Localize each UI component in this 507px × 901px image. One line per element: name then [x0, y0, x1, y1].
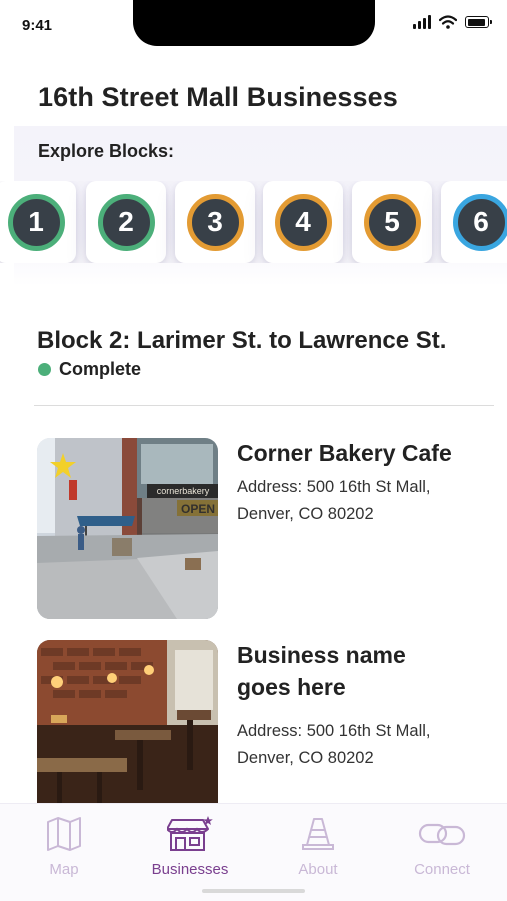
selected-block-title: Block 2: Larimer St. to Lawrence St.: [37, 327, 446, 355]
divider: [34, 405, 494, 406]
tab-label: Businesses: [135, 861, 245, 878]
block-number-badge: 2: [98, 194, 155, 251]
business-photo[interactable]: [37, 640, 218, 805]
map-icon: [45, 816, 83, 852]
business-photo[interactable]: cornerbakery OPEN: [37, 438, 218, 619]
status-time: 9:41: [22, 17, 52, 34]
tab-connect[interactable]: Connect: [387, 816, 497, 878]
block-number-badge: 6: [453, 194, 507, 251]
block-button-1[interactable]: 1: [0, 181, 76, 263]
battery-icon: [465, 16, 489, 28]
storefront-photo: cornerbakery OPEN: [37, 438, 218, 619]
tab-businesses[interactable]: Businesses: [135, 816, 245, 878]
business-address: Address: 500 16th St Mall, Denver, CO 80…: [237, 718, 487, 772]
business-name[interactable]: Business name goes here: [237, 639, 437, 703]
device-notch: [133, 0, 375, 46]
storefront-icon: [167, 816, 213, 852]
traffic-cone-icon: [300, 816, 336, 852]
tab-bar: Map Businesses About Connect: [0, 803, 507, 901]
block-number-badge: 1: [8, 194, 65, 251]
home-indicator[interactable]: [202, 889, 305, 893]
tab-label: About: [263, 861, 373, 878]
block-number-badge: 3: [187, 194, 244, 251]
tab-about[interactable]: About: [263, 816, 373, 878]
block-number-badge: 4: [275, 194, 332, 251]
cellular-signal-icon: [413, 15, 431, 29]
block-button-6[interactable]: 6: [441, 181, 507, 263]
link-icon: [417, 816, 467, 852]
tab-label: Map: [9, 861, 119, 878]
block-button-3[interactable]: 3: [175, 181, 255, 263]
block-status: Complete: [38, 359, 141, 380]
svg-text:cornerbakery: cornerbakery: [157, 486, 210, 496]
status-icons: [413, 15, 489, 29]
tab-label: Connect: [387, 861, 497, 878]
wifi-icon: [439, 15, 457, 29]
business-address: Address: 500 16th St Mall, Denver, CO 80…: [237, 474, 487, 528]
status-bar: 9:41: [0, 0, 507, 52]
block-selector[interactable]: 1 2 3 4 5 6: [0, 181, 507, 263]
block-button-5[interactable]: 5: [352, 181, 432, 263]
tab-map[interactable]: Map: [9, 816, 119, 878]
block-status-label: Complete: [59, 359, 141, 380]
page-title: 16th Street Mall Businesses: [38, 82, 398, 113]
block-number-badge: 5: [364, 194, 421, 251]
restaurant-interior-photo: [37, 640, 218, 805]
block-button-4[interactable]: 4: [263, 181, 343, 263]
status-dot-icon: [38, 363, 51, 376]
explore-blocks-label: Explore Blocks:: [38, 141, 174, 162]
block-button-2[interactable]: 2: [86, 181, 166, 263]
business-name[interactable]: Corner Bakery Cafe: [237, 437, 487, 469]
